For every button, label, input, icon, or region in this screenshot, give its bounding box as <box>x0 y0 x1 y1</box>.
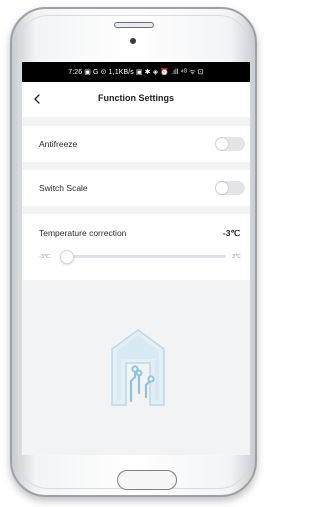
slider-max-label: 3℃ <box>232 254 242 260</box>
switch-scale-label: Switch Scale <box>39 183 88 193</box>
house-circuit-logo <box>111 329 165 406</box>
page-title: Function Settings <box>98 93 174 103</box>
toggle-knob <box>216 138 228 150</box>
temperature-slider-track[interactable] <box>62 255 226 258</box>
phone-screen: 7:26 ▣ G ⊙ 1,1KB/s ▣ ✱ ◈ ⏰ .ıll ⁴ᴳ ᯤ ⊡ F… <box>22 62 250 455</box>
screenshot-stage: 7:26 ▣ G ⊙ 1,1KB/s ▣ ✱ ◈ ⏰ .ıll ⁴ᴳ ᯤ ⊡ F… <box>0 0 267 507</box>
antifreeze-label: Antifreeze <box>39 139 78 149</box>
switch-scale-row: Switch Scale <box>22 170 250 206</box>
status-bar-text: 7:26 ▣ G ⊙ 1,1KB/s ▣ ✱ ◈ ⏰ .ıll ⁴ᴳ ᯤ ⊡ <box>68 68 204 76</box>
antifreeze-row: Antifreeze <box>22 126 250 162</box>
temperature-slider-thumb[interactable] <box>60 250 74 264</box>
toggle-knob <box>216 182 228 194</box>
temperature-correction-value: -3℃ <box>222 228 240 238</box>
antifreeze-toggle[interactable] <box>215 137 245 151</box>
navigation-bar: Function Settings <box>22 82 250 117</box>
status-bar: 7:26 ▣ G ⊙ 1,1KB/s ▣ ✱ ◈ ⏰ .ıll ⁴ᴳ ᯤ ⊡ <box>22 62 250 82</box>
home-button[interactable] <box>117 470 177 490</box>
temperature-correction-label: Temperature correction <box>39 228 127 238</box>
switch-scale-toggle[interactable] <box>215 181 245 195</box>
temperature-correction-row: Temperature correction -3℃ -3℃ 3℃ <box>22 214 250 280</box>
slider-min-label: -3℃ <box>39 254 51 260</box>
earpiece-speaker <box>114 22 154 28</box>
front-camera <box>130 38 136 44</box>
